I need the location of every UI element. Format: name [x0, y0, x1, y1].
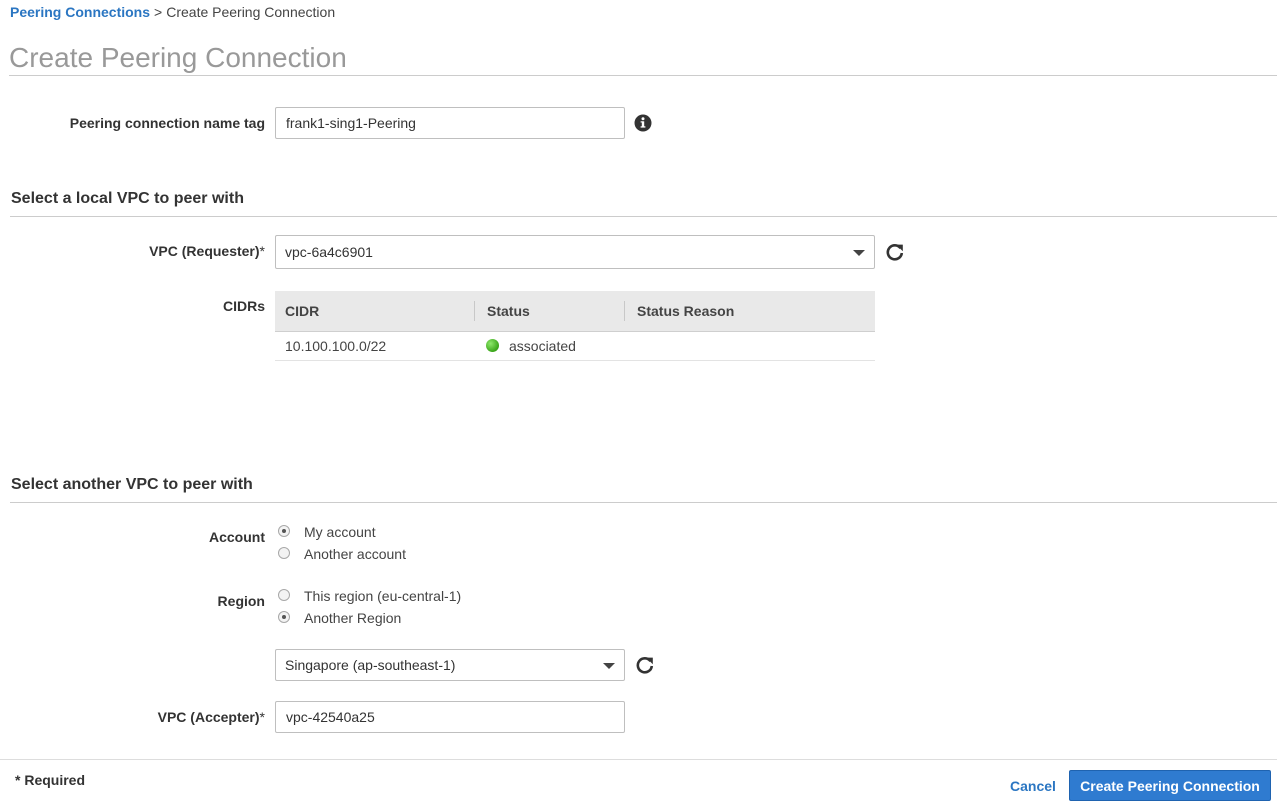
vpc-requester-label-text: VPC (Requester)	[149, 243, 260, 259]
radio-my-account[interactable]	[278, 525, 290, 537]
table-row: 10.100.100.0/22 associated	[275, 332, 875, 361]
required-note: Required	[15, 772, 85, 788]
vpc-accepter-label: VPC (Accepter)	[20, 709, 265, 725]
remote-vpc-section-title: Select another VPC to peer with	[11, 476, 253, 493]
vpc-requester-select[interactable]: vpc-6a4c6901	[275, 235, 875, 269]
chevron-down-icon	[853, 250, 865, 256]
breadcrumb: Peering Connections > Create Peering Conne…	[10, 4, 335, 20]
refresh-requester-icon[interactable]	[885, 242, 905, 262]
radio-another-region-label[interactable]: Another Region	[304, 610, 401, 626]
local-section-divider	[10, 216, 1277, 217]
radio-this-region[interactable]	[278, 589, 290, 601]
radio-another-account[interactable]	[278, 547, 290, 559]
column-separator	[474, 301, 475, 321]
local-vpc-section-title: Select a local VPC to peer with	[11, 190, 244, 207]
radio-another-account-label[interactable]: Another account	[304, 546, 406, 562]
cancel-button[interactable]: Cancel	[1010, 778, 1056, 794]
page-title: Create Peering Connection	[9, 42, 347, 73]
region-select-value: Singapore (ap-southeast-1)	[285, 657, 456, 673]
column-header-status-reason: Status Reason	[637, 303, 735, 319]
title-divider	[9, 75, 1277, 76]
info-icon[interactable]	[634, 114, 652, 132]
remote-section-divider	[10, 502, 1277, 503]
vpc-requester-label: VPC (Requester)	[20, 243, 265, 259]
create-peering-connection-button[interactable]: Create Peering Connection	[1069, 770, 1271, 801]
region-label: Region	[217, 593, 265, 609]
cidr-table: CIDR Status Status Reason 10.100.100.0/2…	[275, 291, 875, 361]
vpc-accepter-label-text: VPC (Accepter)	[157, 709, 260, 725]
region-select[interactable]: Singapore (ap-southeast-1)	[275, 649, 625, 681]
column-header-status: Status	[487, 303, 530, 319]
refresh-region-icon[interactable]	[635, 655, 655, 675]
status-ok-icon	[486, 339, 499, 352]
column-separator	[624, 301, 625, 321]
column-header-cidr: CIDR	[285, 303, 320, 319]
cidrs-label: CIDRs	[222, 298, 265, 314]
account-label: Account	[209, 529, 265, 545]
vpc-accepter-input[interactable]: vpc-42540a25	[275, 701, 625, 733]
vpc-requester-value: vpc-6a4c6901	[285, 244, 373, 260]
radio-this-region-label[interactable]: This region (eu-central-1)	[304, 588, 461, 604]
name-tag-label: Peering connection name tag	[69, 115, 265, 131]
breadcrumb-current: Create Peering Connection	[166, 4, 336, 20]
cidr-cell: 10.100.100.0/22	[285, 338, 387, 354]
breadcrumb-peering-connections-link[interactable]: Peering Connections	[10, 4, 150, 20]
required-note-text: Required	[24, 772, 86, 788]
chevron-down-icon	[603, 663, 615, 669]
breadcrumb-separator: >	[154, 4, 163, 20]
radio-my-account-label[interactable]: My account	[304, 524, 376, 540]
radio-another-region[interactable]	[278, 611, 290, 623]
status-cell: associated	[509, 338, 576, 354]
footer-divider	[0, 759, 1277, 760]
name-tag-input[interactable]: frank1-sing1-Peering	[275, 107, 625, 139]
cidr-table-header: CIDR Status Status Reason	[275, 291, 875, 332]
